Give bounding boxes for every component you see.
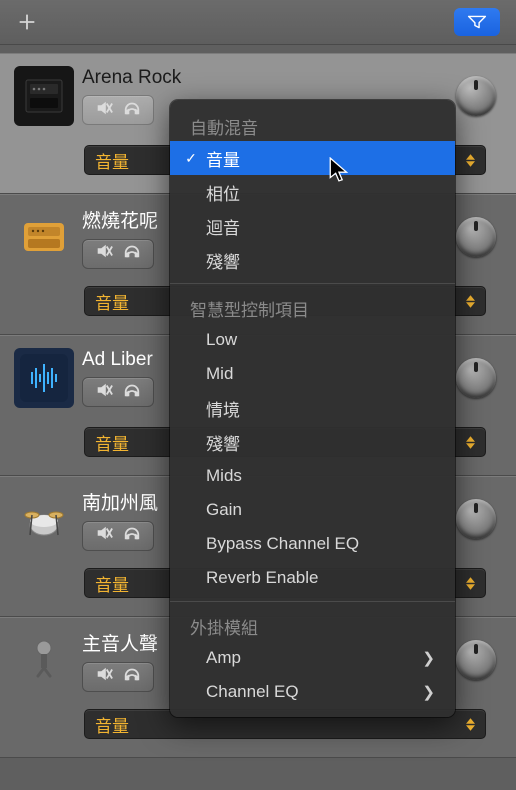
- headphones-icon[interactable]: [123, 665, 141, 688]
- track-icon[interactable]: [14, 66, 74, 126]
- headphones-icon[interactable]: [123, 242, 141, 265]
- chevron-right-icon: ❯: [422, 683, 435, 701]
- menu-item-label: Mids: [206, 466, 242, 486]
- menu-item-label: 相位: [206, 180, 240, 205]
- updown-icon: [466, 577, 475, 590]
- automation-menu: 自動混音 ✓音量相位迴音殘響 智慧型控制項目 LowMid情境殘響MidsGai…: [170, 100, 455, 717]
- headphones-icon[interactable]: [123, 381, 141, 404]
- menu-item[interactable]: Mid: [170, 357, 455, 391]
- pan-knob[interactable]: [456, 217, 496, 257]
- menu-separator: [170, 601, 455, 602]
- menu-item-label: Bypass Channel EQ: [206, 534, 359, 554]
- menu-item[interactable]: 殘響: [170, 243, 455, 277]
- track-name: Arena Rock: [82, 67, 456, 89]
- automation-parameter-label: 音量: [95, 712, 129, 737]
- menu-section-plugins: 外掛模組: [170, 608, 455, 641]
- add-track-button[interactable]: [16, 11, 38, 33]
- automation-parameter-label: 音量: [95, 571, 129, 596]
- toolbar: [0, 0, 516, 45]
- menu-item-label: 情境: [206, 396, 240, 421]
- track-icon[interactable]: [14, 630, 74, 690]
- menu-item[interactable]: Bypass Channel EQ: [170, 527, 455, 561]
- menu-item-label: Amp: [206, 648, 241, 668]
- plus-icon: [16, 11, 38, 33]
- menu-item-label: Channel EQ: [206, 682, 299, 702]
- pan-knob[interactable]: [456, 640, 496, 680]
- menu-separator: [170, 283, 455, 284]
- headphones-icon[interactable]: [123, 99, 141, 122]
- updown-icon: [466, 295, 475, 308]
- mute-headphone-group[interactable]: [82, 239, 154, 269]
- menu-item[interactable]: Mids: [170, 459, 455, 493]
- automation-parameter-label: 音量: [95, 289, 129, 314]
- menu-item[interactable]: ✓ 音量: [170, 141, 455, 175]
- chevron-right-icon: ❯: [422, 649, 435, 667]
- menu-section-automix: 自動混音: [170, 108, 455, 141]
- updown-icon: [466, 718, 475, 731]
- headphones-icon[interactable]: [123, 524, 141, 547]
- check-icon: ✓: [184, 150, 198, 167]
- updown-icon: [466, 154, 475, 167]
- automation-parameter-label: 音量: [95, 430, 129, 455]
- mute-icon[interactable]: [95, 524, 113, 547]
- menu-item-label: 殘響: [206, 248, 240, 273]
- mute-icon[interactable]: [95, 99, 113, 122]
- pan-knob[interactable]: [456, 358, 496, 398]
- menu-item-label: Reverb Enable: [206, 568, 318, 588]
- pan-knob[interactable]: [456, 76, 496, 116]
- mute-icon[interactable]: [95, 381, 113, 404]
- menu-item[interactable]: Amp ❯: [170, 641, 455, 675]
- track-icon[interactable]: [14, 489, 74, 549]
- menu-item[interactable]: Low: [170, 323, 455, 357]
- mute-headphone-group[interactable]: [82, 521, 154, 551]
- automation-parameter-label: 音量: [95, 148, 129, 173]
- menu-item[interactable]: 情境: [170, 391, 455, 425]
- menu-item[interactable]: Reverb Enable: [170, 561, 455, 595]
- menu-item-label: 迴音: [206, 214, 240, 239]
- menu-item-label: 音量: [206, 146, 240, 171]
- mute-icon[interactable]: [95, 242, 113, 265]
- menu-item[interactable]: 相位: [170, 175, 455, 209]
- menu-item[interactable]: Channel EQ ❯: [170, 675, 455, 709]
- menu-section-smart: 智慧型控制項目: [170, 290, 455, 323]
- updown-icon: [466, 436, 475, 449]
- menu-item[interactable]: 迴音: [170, 209, 455, 243]
- funnel-icon: [467, 15, 487, 29]
- menu-item-label: Low: [206, 330, 237, 350]
- track-icon[interactable]: [14, 207, 74, 267]
- filter-button[interactable]: [454, 8, 500, 36]
- track-icon[interactable]: [14, 348, 74, 408]
- mute-headphone-group[interactable]: [82, 377, 154, 407]
- menu-item[interactable]: 殘響: [170, 425, 455, 459]
- menu-item-label: 殘響: [206, 430, 240, 455]
- mute-icon[interactable]: [95, 665, 113, 688]
- mute-headphone-group[interactable]: [82, 95, 154, 125]
- menu-item-label: Gain: [206, 500, 242, 520]
- pan-knob[interactable]: [456, 499, 496, 539]
- menu-item[interactable]: Gain: [170, 493, 455, 527]
- menu-item-label: Mid: [206, 364, 233, 384]
- mute-headphone-group[interactable]: [82, 662, 154, 692]
